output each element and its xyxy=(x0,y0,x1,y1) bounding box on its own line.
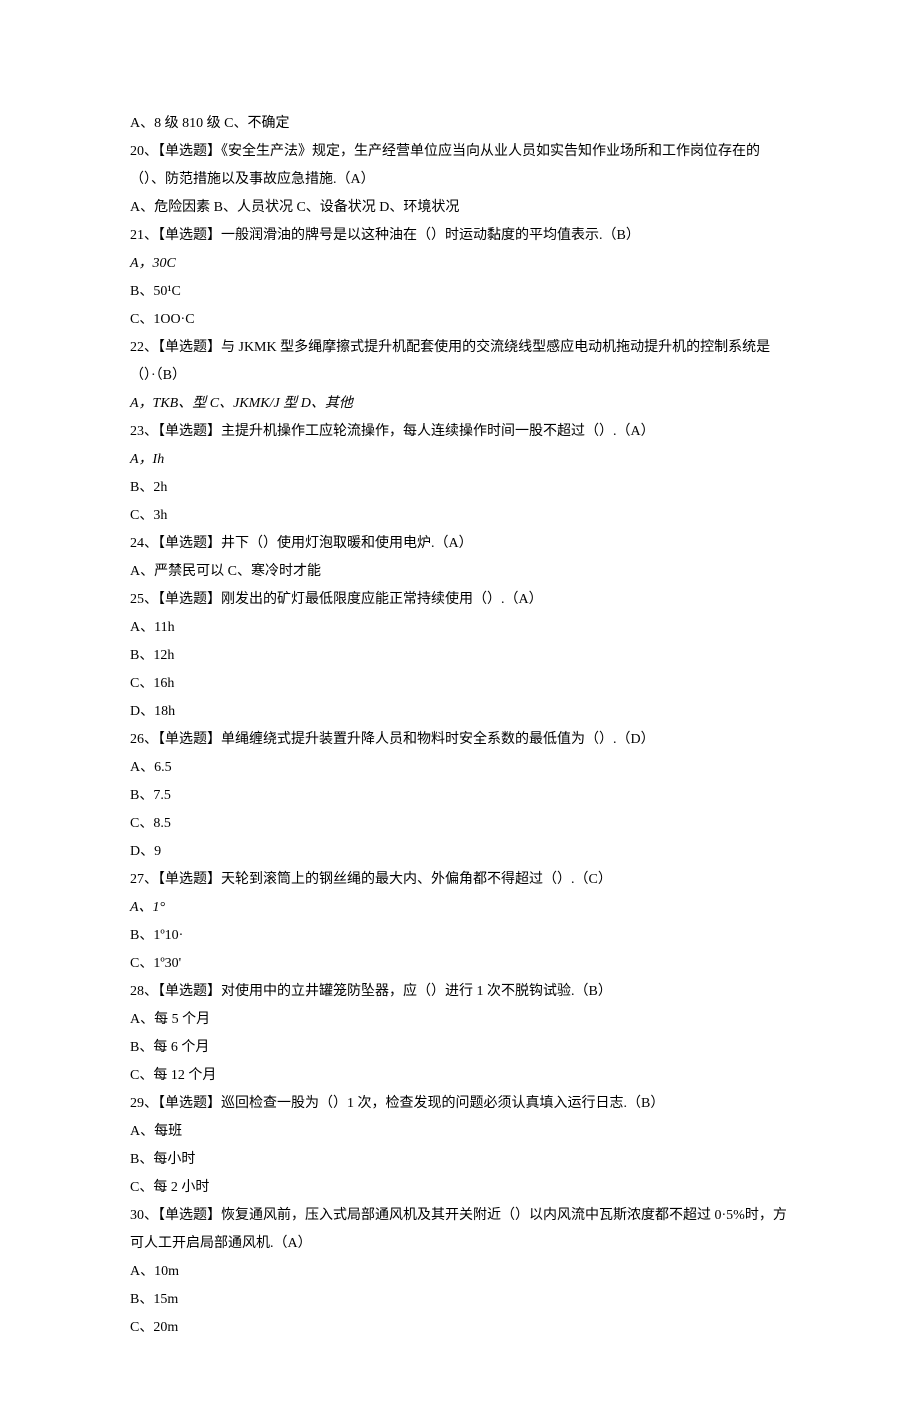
text-line: B、7.5 xyxy=(130,782,790,810)
text-line: A、每 5 个月 xyxy=(130,1006,790,1034)
text-line: 28、【单选题】对使用中的立井罐笼防坠器，应（）进行 1 次不脱钩试验.（B） xyxy=(130,978,790,1006)
text-line: B、2h xyxy=(130,474,790,502)
text-line: D、9 xyxy=(130,838,790,866)
text-line: 20、【单选题】《安全生产法》规定，生产经营单位应当向从业人员如实告知作业场所和… xyxy=(130,138,790,194)
text-line: B、15m xyxy=(130,1286,790,1314)
text-line: C、每 2 小时 xyxy=(130,1174,790,1202)
text-line: C、16h xyxy=(130,670,790,698)
text-line: 25、【单选题】刚发出的矿灯最低限度应能正常持续使用（）.（A） xyxy=(130,586,790,614)
text-line: A，TKB、型 C、JKMK/J 型 D、其他 xyxy=(130,390,790,418)
text-line: B、12h xyxy=(130,642,790,670)
text-line: A、每班 xyxy=(130,1118,790,1146)
text-line: 24、【单选题】井下（）使用灯泡取暖和使用电炉.（A） xyxy=(130,530,790,558)
text-line: A、11h xyxy=(130,614,790,642)
text-line: 26、【单选题】单绳缠绕式提升装置升降人员和物料时安全系数的最低值为（）.（D） xyxy=(130,726,790,754)
document-content: A、8 级 810 级 C、不确定20、【单选题】《安全生产法》规定，生产经营单… xyxy=(130,110,790,1342)
text-line: A，Ih xyxy=(130,446,790,474)
text-line: A、6.5 xyxy=(130,754,790,782)
text-line: C、每 12 个月 xyxy=(130,1062,790,1090)
text-line: D、18h xyxy=(130,698,790,726)
text-line: 29、【单选题】巡回检查一股为（）1 次，检查发现的问题必须认真填入运行日志.（… xyxy=(130,1090,790,1118)
text-line: C、20m xyxy=(130,1314,790,1342)
text-line: B、每小时 xyxy=(130,1146,790,1174)
text-line: C、1OO·C xyxy=(130,306,790,334)
text-line: B、1º10· xyxy=(130,922,790,950)
text-line: 23、【单选题】主提升机操作工应轮流操作，每人连续操作时间一股不超过（）.（A） xyxy=(130,418,790,446)
text-line: C、3h xyxy=(130,502,790,530)
text-line: B、每 6 个月 xyxy=(130,1034,790,1062)
text-line: B、50¹C xyxy=(130,278,790,306)
text-line: A，30C xyxy=(130,250,790,278)
text-line: 21、【单选题】一般润滑油的牌号是以这种油在（）时运动黏度的平均值表示.（B） xyxy=(130,222,790,250)
text-line: 30、【单选题】恢复通风前，压入式局部通风机及其开关附近（）以内风流中瓦斯浓度都… xyxy=(130,1202,790,1258)
text-line: 27、【单选题】天轮到滚筒上的钢丝绳的最大内、外偏角都不得超过（）.（C） xyxy=(130,866,790,894)
text-line: C、1º30' xyxy=(130,950,790,978)
text-line: A、8 级 810 级 C、不确定 xyxy=(130,110,790,138)
text-line: A、严禁民可以 C、寒冷时才能 xyxy=(130,558,790,586)
text-line: A、1° xyxy=(130,894,790,922)
text-line: 22、【单选题】与 JKMK 型多绳摩擦式提升机配套使用的交流绕线型感应电动机拖… xyxy=(130,334,790,390)
text-line: A、10m xyxy=(130,1258,790,1286)
text-line: A、危险因素 B、人员状况 C、设备状况 D、环境状况 xyxy=(130,194,790,222)
text-line: C、8.5 xyxy=(130,810,790,838)
